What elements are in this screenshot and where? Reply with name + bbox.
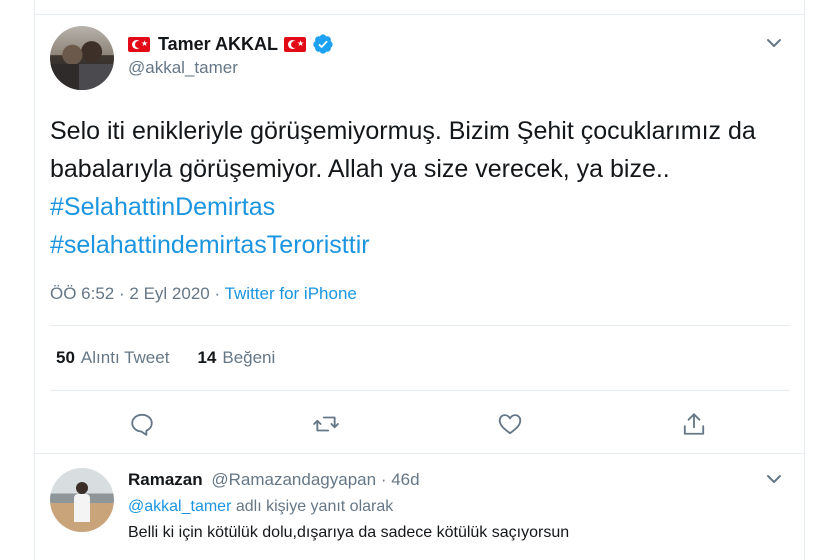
- divider: [50, 390, 790, 391]
- timeline-border-right: [804, 0, 805, 560]
- hashtag-link[interactable]: #selahattindemirtasTeroristtir: [50, 231, 370, 259]
- chevron-down-icon[interactable]: [764, 470, 784, 488]
- reply-text: Belli ki için kötülük dolu,dışarıya da s…: [128, 524, 570, 541]
- reply-author-avatar[interactable]: [50, 468, 114, 532]
- quote-tweets-stat[interactable]: 50 Alıntı Tweet: [56, 348, 169, 368]
- author-display-name[interactable]: Tamer AKKAL: [158, 34, 278, 55]
- reply-button[interactable]: [122, 404, 162, 444]
- tweet-body: Selo iti enikleriyle görüşemiyormuş. Biz…: [50, 117, 756, 183]
- reply-to-label: adlı kişiye yanıt olarak: [235, 498, 394, 515]
- tweet-text: Selo iti enikleriyle görüşemiyormuş. Biz…: [50, 112, 790, 264]
- author-avatar[interactable]: [50, 26, 114, 90]
- replying-to: @akkal_tamer adlı kişiye yanıt olarak: [128, 498, 393, 516]
- timeline-border-top: [34, 14, 804, 15]
- retweet-button[interactable]: [306, 404, 346, 444]
- reply-handle[interactable]: @Ramazandagyapan: [211, 470, 376, 489]
- like-button[interactable]: [490, 404, 530, 444]
- like-label: Beğeni: [222, 348, 276, 367]
- author-handle[interactable]: @akkal_tamer: [128, 58, 238, 78]
- hashtag-link[interactable]: #SelahattinDemirtas: [50, 193, 275, 221]
- reply-mention-link[interactable]: @akkal_tamer: [128, 498, 231, 515]
- reply-age[interactable]: 46d: [391, 470, 419, 489]
- timeline-border-left: [34, 0, 35, 560]
- retweet-icon: [313, 416, 339, 432]
- tweet-meta: ÖÖ 6:52 · 2 Eyl 2020 · Twitter for iPhon…: [50, 284, 357, 304]
- reply-icon: [131, 413, 153, 436]
- quote-label: Alıntı Tweet: [80, 348, 170, 367]
- tweet-stats: 50 Alıntı Tweet 14 Beğeni: [56, 348, 275, 368]
- reply-header: Ramazan @Ramazandagyapan · 46d: [128, 470, 420, 490]
- share-icon: [683, 413, 705, 435]
- verified-badge-icon: [313, 34, 333, 54]
- heart-icon: [498, 414, 522, 435]
- chevron-down-icon[interactable]: [764, 34, 784, 52]
- meta-separator: ·: [214, 284, 221, 303]
- divider: [50, 325, 790, 326]
- author-name-row[interactable]: ★ Tamer AKKAL ★: [128, 32, 334, 56]
- likes-stat[interactable]: 14 Beğeni: [197, 348, 275, 368]
- tweet-time[interactable]: ÖÖ 6:52: [50, 284, 114, 303]
- quote-count: 50: [56, 348, 75, 367]
- tweet-actions: [50, 404, 790, 444]
- section-divider: [34, 453, 804, 457]
- turkey-flag-icon: ★: [128, 36, 150, 52]
- reply-display-name[interactable]: Ramazan: [128, 470, 203, 489]
- tweet-source-link[interactable]: Twitter for iPhone: [225, 284, 357, 303]
- share-button[interactable]: [674, 404, 714, 444]
- turkey-flag-icon: ★: [284, 36, 307, 52]
- reply-separator: ·: [380, 470, 387, 489]
- tweet-date[interactable]: 2 Eyl 2020: [129, 284, 209, 303]
- like-count: 14: [197, 348, 217, 367]
- meta-separator: ·: [119, 284, 125, 303]
